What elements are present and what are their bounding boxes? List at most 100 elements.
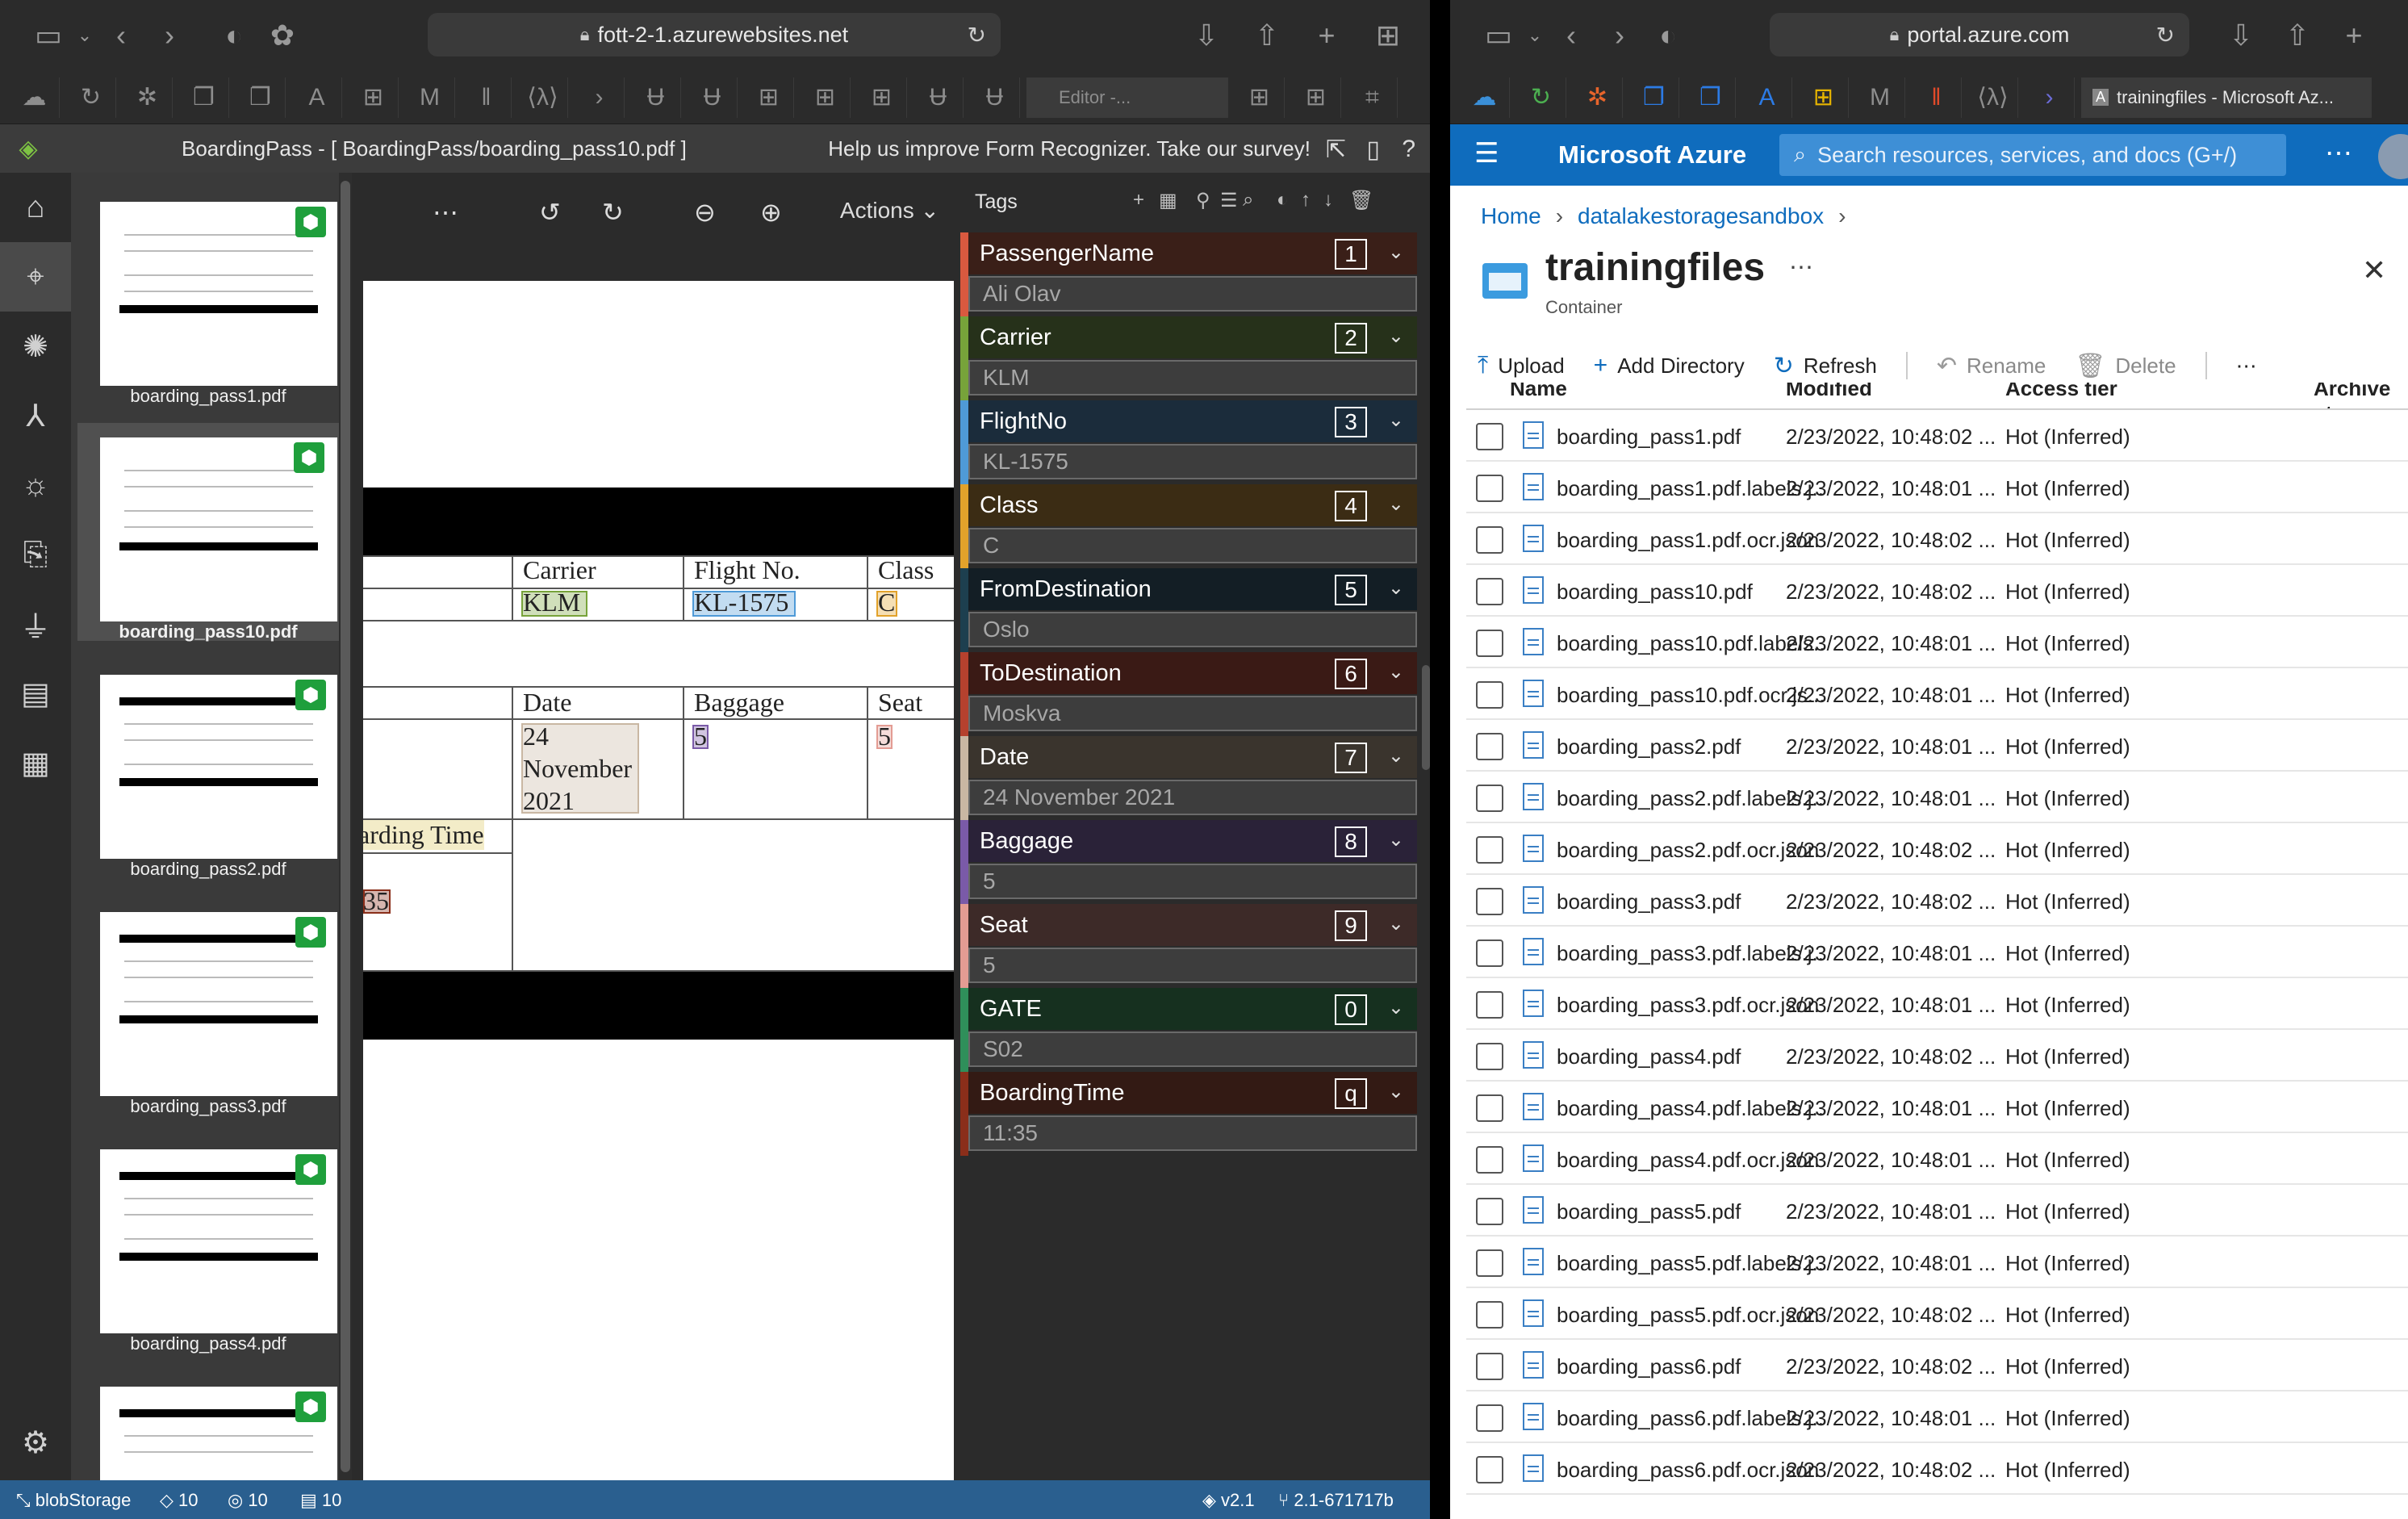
tag-item[interactable]: Baggage 8 ⌄ 5	[960, 820, 1417, 904]
tag-value-field[interactable]: S02	[968, 1031, 1417, 1067]
tab-cube2-icon[interactable]: ❐	[1686, 77, 1736, 118]
tags-scrollbar-thumb[interactable]	[1422, 665, 1430, 770]
row-checkbox[interactable]	[1476, 526, 1503, 554]
shield-icon[interactable]: ◐	[1644, 19, 1692, 52]
connections-icon[interactable]: ⏚	[0, 589, 71, 659]
tag-item[interactable]: PassengerName 1 ⌄ Ali Olav	[960, 232, 1417, 316]
more-options-icon[interactable]: ⋯	[433, 197, 458, 228]
chevron-down-icon[interactable]: ⌄	[1388, 241, 1404, 264]
tab-m-icon[interactable]: M	[405, 77, 455, 118]
thumbnail-item[interactable]: ⬢ boarding_pass1.pdf	[86, 187, 337, 406]
file-name-link[interactable]: boarding_pass4.pdf	[1557, 1044, 1823, 1069]
tag-item[interactable]: Carrier 2 ⌄ KLM	[960, 316, 1417, 400]
chevron-down-icon[interactable]: ⌄	[1388, 996, 1404, 1019]
azure-brand[interactable]: Microsoft Azure	[1558, 140, 1746, 169]
chevron-down-icon[interactable]: ⌄	[1388, 912, 1404, 935]
file-name-link[interactable]: boarding_pass3.pdf.labels.j...	[1557, 941, 1823, 966]
extensions-icon[interactable]: ✿	[258, 19, 307, 52]
file-name-link[interactable]: boarding_pass1.pdf	[1557, 425, 1823, 450]
search-tag-icon[interactable]: ⌕	[1243, 189, 1253, 211]
chevron-down-icon[interactable]: ⌄	[1388, 828, 1404, 852]
file-row[interactable]: boarding_pass2.pdf.ocr.json 2/23/2022, 10…	[1466, 823, 2408, 875]
chevron-down-icon[interactable]: ⌄	[1388, 576, 1404, 600]
tab-lambda-icon[interactable]: ⟨λ⟩	[1968, 77, 2018, 118]
file-row[interactable]: boarding_pass4.pdf.ocr.json 2/23/2022, 10…	[1466, 1133, 2408, 1185]
row-checkbox[interactable]	[1476, 681, 1503, 709]
new-tab-icon[interactable]: +	[2330, 19, 2378, 52]
tab-grid6-icon[interactable]: ⊞	[1291, 77, 1341, 118]
column-archive-status[interactable]: Archive st	[2314, 383, 2408, 408]
file-row[interactable]: boarding_pass4.pdf.labels.j... 2/23/2022,…	[1466, 1082, 2408, 1133]
file-row[interactable]: boarding_pass1.pdf.labels.j... 2/23/2022,…	[1466, 462, 2408, 513]
file-name-link[interactable]: boarding_pass6.pdf	[1557, 1354, 1823, 1379]
file-name-link[interactable]: boarding_pass5.pdf	[1557, 1199, 1823, 1224]
row-checkbox[interactable]	[1476, 836, 1503, 864]
breadcrumb-storage-account[interactable]: datalakestoragesandbox	[1578, 203, 1824, 229]
tag-item[interactable]: FlightNo 3 ⌄ KL-1575	[960, 400, 1417, 484]
tag-value-field[interactable]: 5	[968, 948, 1417, 983]
row-checkbox[interactable]	[1476, 475, 1503, 502]
tab-grid-icon[interactable]: ⊞	[349, 77, 399, 118]
tag-value-field[interactable]: 11:35	[968, 1115, 1417, 1151]
close-icon[interactable]: ✕	[2362, 253, 2386, 287]
tab-u3-icon[interactable]: Ʉ	[913, 77, 964, 118]
back-icon[interactable]: ‹	[1547, 19, 1595, 52]
tag-value-field[interactable]: 5	[968, 864, 1417, 899]
tag-item[interactable]: BoardingTime q ⌄ 11:35	[960, 1072, 1417, 1156]
file-name-link[interactable]: boarding_pass2.pdf.ocr.json	[1557, 838, 1823, 863]
row-checkbox[interactable]	[1476, 1198, 1503, 1225]
file-name-link[interactable]: boarding_pass3.pdf	[1557, 889, 1823, 914]
row-checkbox[interactable]	[1476, 785, 1503, 812]
analyze-icon[interactable]: ☼	[0, 450, 71, 520]
chevron-down-icon[interactable]: ⌄	[1523, 25, 1547, 46]
tab-grid5-icon[interactable]: ⊞	[1235, 77, 1285, 118]
survey-link[interactable]: Help us improve Form Recognizer. Take ou…	[828, 136, 1311, 161]
tab-arrow-icon[interactable]: ›	[575, 77, 625, 118]
reload-icon[interactable]: ↻	[2156, 22, 2175, 48]
file-name-link[interactable]: boarding_pass1.pdf.ocr.json	[1557, 528, 1823, 553]
file-name-link[interactable]: boarding_pass5.pdf.labels.j...	[1557, 1251, 1823, 1276]
avatar[interactable]	[2378, 134, 2408, 179]
refresh-button[interactable]: ↻ Refresh	[1774, 352, 1877, 380]
tab-u-icon[interactable]: Ʉ	[631, 77, 681, 118]
tab-u2-icon[interactable]: Ʉ	[688, 77, 738, 118]
title-more-icon[interactable]: ⋯	[1789, 253, 1813, 282]
download-icon[interactable]: ⇩	[1182, 19, 1231, 52]
tab-star-icon[interactable]: ✲	[1573, 77, 1623, 118]
chevron-down-icon[interactable]: ⌄	[1388, 744, 1404, 768]
tab-stairs-icon[interactable]: ⌗	[1348, 77, 1398, 118]
filter-icon[interactable]: ⚲	[1196, 189, 1210, 212]
tab-windows-icon[interactable]: ⊞	[1799, 77, 1849, 118]
download-icon[interactable]: ⇩	[2217, 19, 2265, 52]
file-name-link[interactable]: boarding_pass2.pdf	[1557, 734, 1823, 760]
file-name-link[interactable]: boarding_pass2.pdf.labels.j...	[1557, 786, 1823, 811]
file-row[interactable]: boarding_pass3.pdf.labels.j... 2/23/2022,…	[1466, 927, 2408, 978]
tab-star-icon[interactable]: ✲	[123, 77, 173, 118]
tab-m-icon[interactable]: M	[1855, 77, 1905, 118]
prebuilt-icon[interactable]: ⎘	[0, 520, 71, 589]
address-bar[interactable]: 🔒︎ portal.azure.com ↻	[1770, 13, 2189, 56]
thumbnail-item[interactable]: ⬢ boarding_pass4.pdf	[86, 1135, 337, 1354]
tab-pause-icon[interactable]: ‖	[1912, 77, 1962, 118]
row-checkbox[interactable]	[1476, 1353, 1503, 1380]
add-tag-icon[interactable]: +	[1133, 189, 1144, 211]
back-icon[interactable]: ‹	[97, 19, 145, 52]
file-name-link[interactable]: boarding_pass6.pdf.ocr.json	[1557, 1458, 1823, 1483]
column-modified[interactable]: Modified	[1786, 383, 1872, 401]
tab-cube-icon[interactable]: ❐	[1629, 77, 1679, 118]
tag-editor-icon[interactable]: ⌖	[0, 242, 71, 312]
tab-refresh-icon[interactable]: ↻	[1516, 77, 1566, 118]
thumbnail-item[interactable]: ⬢ boarding_pass3.pdf	[86, 898, 337, 1116]
file-row[interactable]: boarding_pass3.pdf.ocr.json 2/23/2022, 10…	[1466, 978, 2408, 1030]
tab-grid4-icon[interactable]: ⊞	[857, 77, 907, 118]
tag-item[interactable]: Seat 9 ⌄ 5	[960, 904, 1417, 988]
list-icon[interactable]: ☰	[1220, 189, 1238, 212]
share-icon[interactable]: ⇧	[1243, 19, 1291, 52]
file-row[interactable]: boarding_pass6.pdf 2/23/2022, 10:48:02 ..…	[1466, 1340, 2408, 1391]
move-down-icon[interactable]: ↓	[1323, 189, 1333, 211]
tab-lambda-icon[interactable]: ⟨λ⟩	[518, 77, 568, 118]
receipts-icon[interactable]: ▦	[0, 728, 71, 797]
layout-icon[interactable]: ▤	[0, 659, 71, 728]
tag-item[interactable]: FromDestination 5 ⌄ Oslo	[960, 568, 1417, 652]
file-row[interactable]: boarding_pass2.pdf 2/23/2022, 10:48:01 ..…	[1466, 720, 2408, 772]
